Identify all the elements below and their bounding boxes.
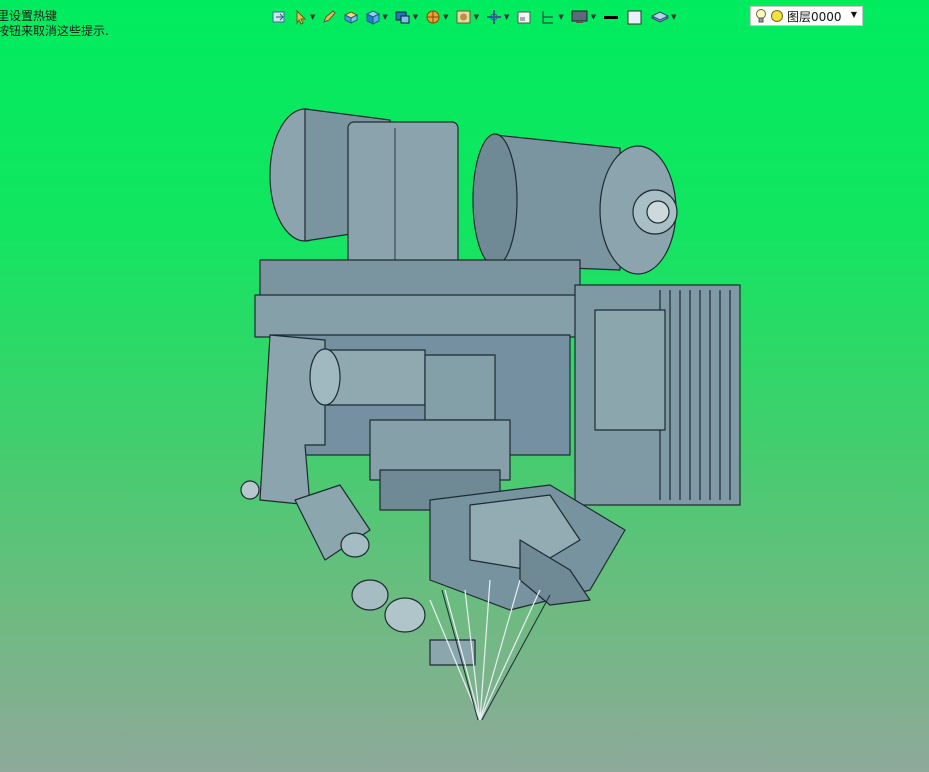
hint-text: 里设置热键 按钮来取消这些提示. [0, 9, 109, 39]
chevron-down-icon[interactable]: ▼ [851, 10, 857, 19]
view-cube-icon[interactable]: ▼ [392, 7, 420, 27]
box-icon[interactable] [341, 7, 361, 27]
window-icon[interactable] [513, 7, 535, 27]
render-icon[interactable]: ▼ [422, 7, 450, 27]
color-icon[interactable] [624, 7, 646, 27]
pointer-icon[interactable]: ▼ [291, 7, 317, 27]
toolbar: ▼ ▼ ▼ ▼ ▼ ▼ ▼ ▼ ▼ [269, 6, 679, 28]
layer-dropdown[interactable]: 图层0000 ▼ [750, 6, 863, 26]
cube-icon[interactable]: ▼ [363, 7, 389, 27]
display-icon[interactable]: ▼ [568, 7, 598, 27]
material-icon[interactable]: ▼ [453, 7, 481, 27]
layer-stack-icon[interactable]: ▼ [648, 7, 678, 27]
layer-dot-icon [770, 9, 784, 23]
hint-line-1: 里设置热键 [0, 9, 58, 23]
open-icon[interactable] [269, 7, 289, 27]
cad-model-viewport[interactable] [230, 100, 760, 730]
bulb-icon[interactable] [754, 8, 768, 24]
pencil-icon[interactable] [319, 7, 339, 27]
section-icon[interactable]: ▼ [537, 7, 565, 27]
layer-name: 图层0000 [787, 9, 842, 24]
hint-line-2: 按钮来取消这些提示. [0, 24, 109, 38]
line-icon[interactable] [600, 7, 622, 27]
pan-icon[interactable]: ▼ [483, 7, 511, 27]
